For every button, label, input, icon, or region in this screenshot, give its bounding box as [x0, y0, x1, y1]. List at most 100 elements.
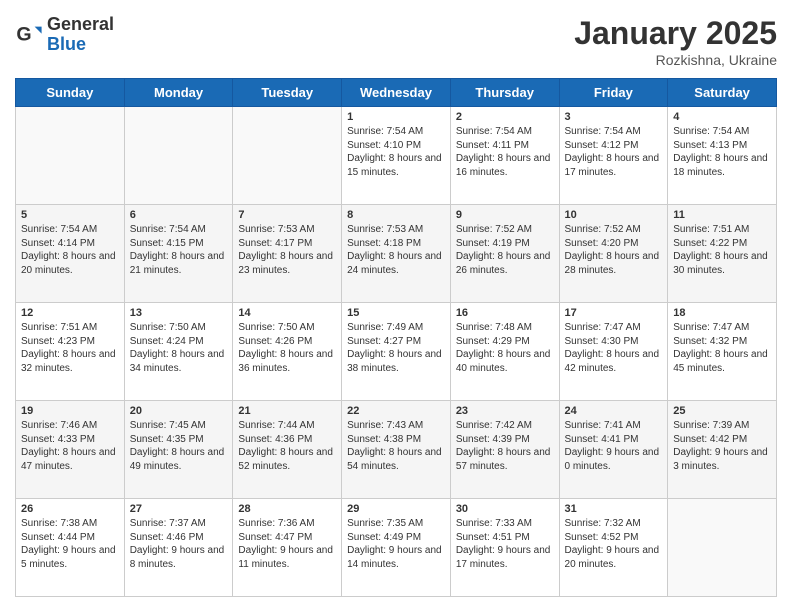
day-number: 28: [238, 503, 336, 515]
table-row: [233, 107, 342, 205]
table-row: 8Sunrise: 7:53 AM Sunset: 4:18 PM Daylig…: [342, 205, 451, 303]
day-info: Sunrise: 7:47 AM Sunset: 4:30 PM Dayligh…: [565, 321, 663, 375]
col-sunday: Sunday: [16, 79, 125, 107]
table-row: 3Sunrise: 7:54 AM Sunset: 4:12 PM Daylig…: [559, 107, 668, 205]
day-number: 23: [456, 405, 554, 417]
day-info: Sunrise: 7:35 AM Sunset: 4:49 PM Dayligh…: [347, 517, 445, 571]
month-title: January 2025: [574, 15, 777, 52]
day-number: 30: [456, 503, 554, 515]
day-number: 27: [130, 503, 228, 515]
day-number: 21: [238, 405, 336, 417]
day-number: 14: [238, 307, 336, 319]
table-row: [668, 499, 777, 597]
logo-icon: G: [15, 21, 43, 49]
day-info: Sunrise: 7:33 AM Sunset: 4:51 PM Dayligh…: [456, 517, 554, 571]
table-row: 4 Sunrise: 7:54 AM Sunset: 4:13 PM Daylig…: [668, 107, 777, 205]
day-info: Sunrise: 7:50 AM Sunset: 4:24 PM Dayligh…: [130, 321, 228, 375]
day-number: 24: [565, 405, 663, 417]
calendar-week-row: 12 Sunrise: 7:51 AM Sunset: 4:23 PM Dayli…: [16, 303, 777, 401]
day-info: Sunrise: 7:51 AM Sunset: 4:22 PM Dayligh…: [673, 223, 771, 277]
table-row: 29 Sunrise: 7:35 AM Sunset: 4:49 PM Dayli…: [342, 499, 451, 597]
table-row: 1Sunrise: 7:54 AM Sunset: 4:10 PM Daylig…: [342, 107, 451, 205]
calendar-week-row: 26Sunrise: 7:38 AM Sunset: 4:44 PM Dayli…: [16, 499, 777, 597]
day-number: 11: [673, 209, 771, 221]
day-info: Sunrise: 7:53 AM Sunset: 4:17 PM Dayligh…: [238, 223, 336, 277]
table-row: 23 Sunrise: 7:42 AM Sunset: 4:39 PM Dayli…: [450, 401, 559, 499]
calendar-week-row: 5 Sunrise: 7:54 AM Sunset: 4:14 PM Daylig…: [16, 205, 777, 303]
table-row: 27Sunrise: 7:37 AM Sunset: 4:46 PM Dayli…: [124, 499, 233, 597]
location: Rozkishna, Ukraine: [574, 52, 777, 68]
table-row: 22Sunrise: 7:43 AM Sunset: 4:38 PM Dayli…: [342, 401, 451, 499]
day-info: Sunrise: 7:42 AM Sunset: 4:39 PM Dayligh…: [456, 419, 554, 473]
day-info: Sunrise: 7:38 AM Sunset: 4:44 PM Dayligh…: [21, 517, 119, 571]
day-info: Sunrise: 7:54 AM Sunset: 4:13 PM Dayligh…: [673, 125, 771, 179]
day-info: Sunrise: 7:52 AM Sunset: 4:19 PM Dayligh…: [456, 223, 554, 277]
calendar-week-row: 19 Sunrise: 7:46 AM Sunset: 4:33 PM Dayli…: [16, 401, 777, 499]
day-info: Sunrise: 7:52 AM Sunset: 4:20 PM Dayligh…: [565, 223, 663, 277]
day-number: 12: [21, 307, 119, 319]
title-section: January 2025 Rozkishna, Ukraine: [574, 15, 777, 68]
day-info: Sunrise: 7:50 AM Sunset: 4:26 PM Dayligh…: [238, 321, 336, 375]
day-number: 31: [565, 503, 663, 515]
day-info: Sunrise: 7:39 AM Sunset: 4:42 PM Dayligh…: [673, 419, 771, 473]
table-row: 13Sunrise: 7:50 AM Sunset: 4:24 PM Dayli…: [124, 303, 233, 401]
table-row: 18 Sunrise: 7:47 AM Sunset: 4:32 PM Dayli…: [668, 303, 777, 401]
day-number: 4: [673, 111, 771, 123]
table-row: 21 Sunrise: 7:44 AM Sunset: 4:36 PM Dayli…: [233, 401, 342, 499]
table-row: 30 Sunrise: 7:33 AM Sunset: 4:51 PM Dayli…: [450, 499, 559, 597]
page-header: G General Blue January 2025 Rozkishna, U…: [15, 15, 777, 68]
day-number: 8: [347, 209, 445, 221]
day-number: 29: [347, 503, 445, 515]
day-info: Sunrise: 7:47 AM Sunset: 4:32 PM Dayligh…: [673, 321, 771, 375]
col-thursday: Thursday: [450, 79, 559, 107]
day-number: 20: [130, 405, 228, 417]
day-number: 9: [456, 209, 554, 221]
day-info: Sunrise: 7:54 AM Sunset: 4:11 PM Dayligh…: [456, 125, 554, 179]
day-info: Sunrise: 7:54 AM Sunset: 4:14 PM Dayligh…: [21, 223, 119, 277]
table-row: 11 Sunrise: 7:51 AM Sunset: 4:22 PM Dayli…: [668, 205, 777, 303]
table-row: 7 Sunrise: 7:53 AM Sunset: 4:17 PM Daylig…: [233, 205, 342, 303]
table-row: 28 Sunrise: 7:36 AM Sunset: 4:47 PM Dayli…: [233, 499, 342, 597]
day-number: 7: [238, 209, 336, 221]
day-info: Sunrise: 7:32 AM Sunset: 4:52 PM Dayligh…: [565, 517, 663, 571]
day-number: 10: [565, 209, 663, 221]
day-info: Sunrise: 7:46 AM Sunset: 4:33 PM Dayligh…: [21, 419, 119, 473]
table-row: 17 Sunrise: 7:47 AM Sunset: 4:30 PM Dayli…: [559, 303, 668, 401]
day-info: Sunrise: 7:44 AM Sunset: 4:36 PM Dayligh…: [238, 419, 336, 473]
day-number: 19: [21, 405, 119, 417]
logo-blue: Blue: [47, 35, 114, 55]
table-row: 5 Sunrise: 7:54 AM Sunset: 4:14 PM Daylig…: [16, 205, 125, 303]
day-info: Sunrise: 7:36 AM Sunset: 4:47 PM Dayligh…: [238, 517, 336, 571]
table-row: 19 Sunrise: 7:46 AM Sunset: 4:33 PM Dayli…: [16, 401, 125, 499]
day-number: 25: [673, 405, 771, 417]
calendar-week-row: 1Sunrise: 7:54 AM Sunset: 4:10 PM Daylig…: [16, 107, 777, 205]
table-row: 9 Sunrise: 7:52 AM Sunset: 4:19 PM Daylig…: [450, 205, 559, 303]
table-row: 25 Sunrise: 7:39 AM Sunset: 4:42 PM Dayli…: [668, 401, 777, 499]
day-number: 18: [673, 307, 771, 319]
day-info: Sunrise: 7:45 AM Sunset: 4:35 PM Dayligh…: [130, 419, 228, 473]
day-number: 6: [130, 209, 228, 221]
table-row: [16, 107, 125, 205]
day-number: 5: [21, 209, 119, 221]
table-row: 31 Sunrise: 7:32 AM Sunset: 4:52 PM Dayli…: [559, 499, 668, 597]
col-tuesday: Tuesday: [233, 79, 342, 107]
day-info: Sunrise: 7:49 AM Sunset: 4:27 PM Dayligh…: [347, 321, 445, 375]
day-info: Sunrise: 7:43 AM Sunset: 4:38 PM Dayligh…: [347, 419, 445, 473]
table-row: 10 Sunrise: 7:52 AM Sunset: 4:20 PM Dayli…: [559, 205, 668, 303]
table-row: 16Sunrise: 7:48 AM Sunset: 4:29 PM Dayli…: [450, 303, 559, 401]
table-row: 24 Sunrise: 7:41 AM Sunset: 4:41 PM Dayli…: [559, 401, 668, 499]
day-info: Sunrise: 7:41 AM Sunset: 4:41 PM Dayligh…: [565, 419, 663, 473]
day-number: 17: [565, 307, 663, 319]
table-row: 26Sunrise: 7:38 AM Sunset: 4:44 PM Dayli…: [16, 499, 125, 597]
col-monday: Monday: [124, 79, 233, 107]
table-row: [124, 107, 233, 205]
day-info: Sunrise: 7:51 AM Sunset: 4:23 PM Dayligh…: [21, 321, 119, 375]
table-row: 6Sunrise: 7:54 AM Sunset: 4:15 PM Daylig…: [124, 205, 233, 303]
day-number: 16: [456, 307, 554, 319]
day-info: Sunrise: 7:54 AM Sunset: 4:10 PM Dayligh…: [347, 125, 445, 179]
svg-text:G: G: [16, 23, 31, 45]
col-friday: Friday: [559, 79, 668, 107]
day-info: Sunrise: 7:54 AM Sunset: 4:12 PM Dayligh…: [565, 125, 663, 179]
table-row: 15Sunrise: 7:49 AM Sunset: 4:27 PM Dayli…: [342, 303, 451, 401]
day-number: 2: [456, 111, 554, 123]
